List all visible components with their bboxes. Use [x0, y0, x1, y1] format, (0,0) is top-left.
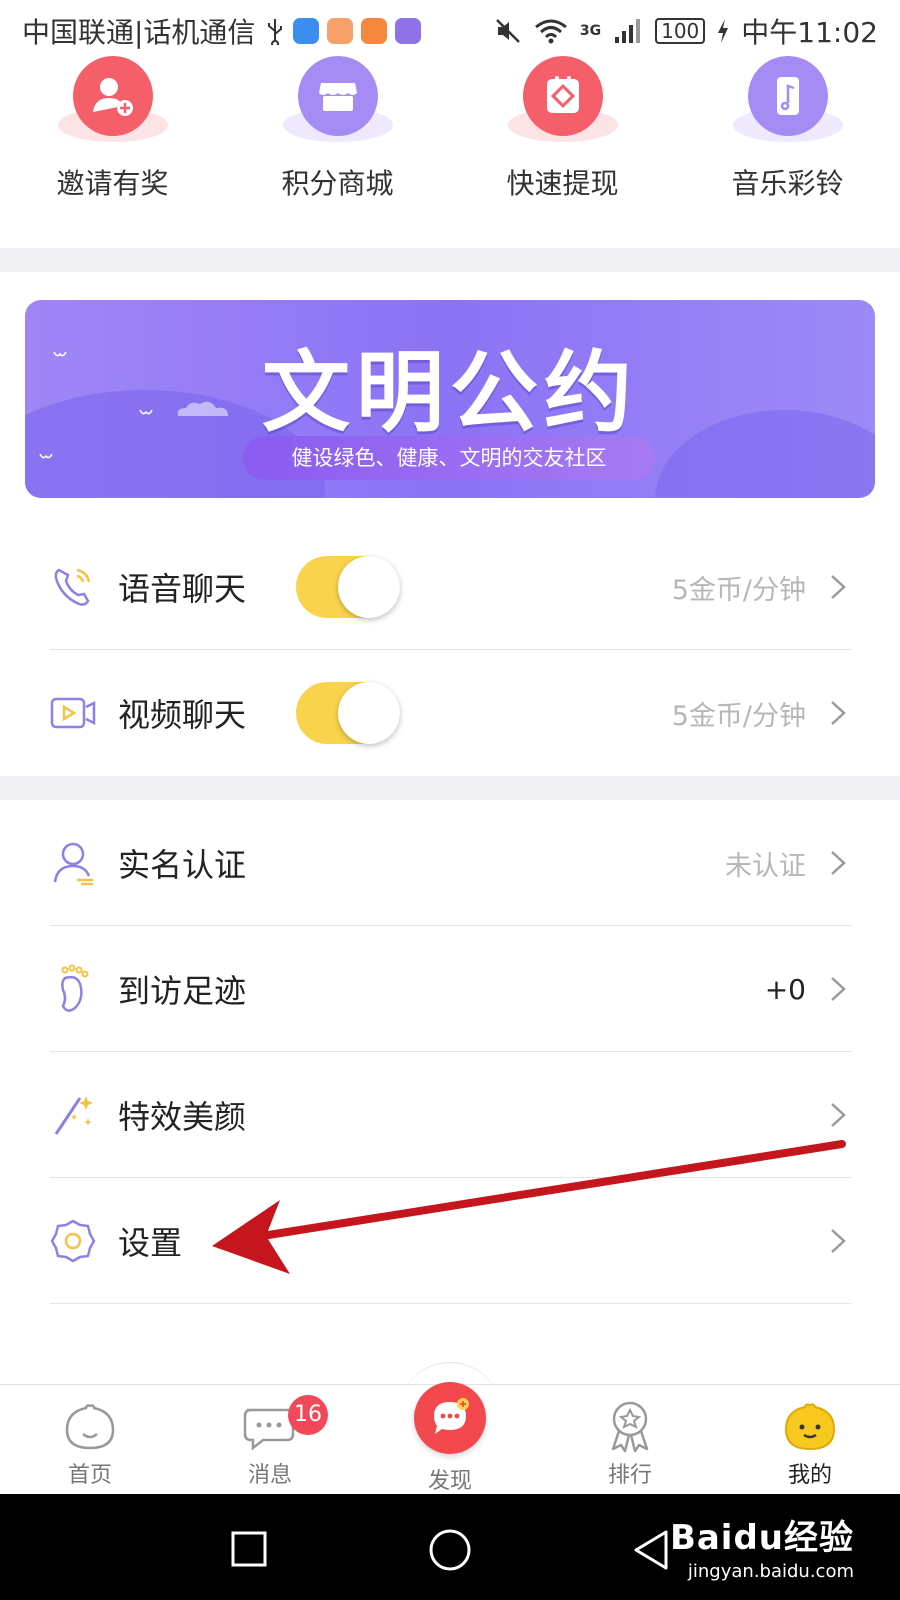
shield-app-icon	[293, 18, 320, 44]
battery-level: 100	[655, 18, 706, 44]
back-icon[interactable]	[630, 1528, 670, 1572]
chevron-right-icon	[831, 977, 846, 1001]
tab-label: 排行	[607, 1463, 652, 1488]
voice-chat-price: 5金币/分钟	[671, 574, 806, 606]
profile-face-icon	[781, 1399, 839, 1455]
row-label: 到访足迹	[118, 972, 247, 1010]
phone-call-icon	[50, 564, 96, 610]
quick-actions: 邀请有奖 积分商城 快速提现 音乐彩铃	[0, 56, 900, 244]
tab-label: 消息	[247, 1463, 292, 1488]
withdraw-icon	[522, 56, 603, 136]
home-icon[interactable]	[428, 1528, 472, 1572]
wifi-icon	[534, 19, 567, 44]
section-divider	[0, 776, 900, 800]
banner-subtitle: 健设绿色、健康、文明的交友社区	[243, 436, 655, 480]
status-right: 3G 100 中午11:02	[494, 11, 878, 51]
video-app-icon	[361, 18, 388, 44]
watermark-main: Baidu经验	[669, 1518, 854, 1558]
quick-action-store[interactable]: 积分商城	[225, 56, 450, 244]
bird-icon	[39, 453, 53, 459]
charging-icon	[718, 19, 729, 43]
quick-action-invite[interactable]: 邀请有奖	[0, 56, 225, 244]
mute-icon	[495, 19, 520, 43]
chevron-right-icon	[831, 701, 846, 725]
chevron-right-icon	[831, 851, 846, 875]
ranking-ribbon-icon	[601, 1399, 659, 1455]
quick-action-label: 音乐彩铃	[731, 167, 844, 200]
menu-item-real-name[interactable]: 实名认证 未认证	[50, 800, 852, 926]
voice-chat-toggle[interactable]	[296, 556, 401, 618]
quick-action-withdraw[interactable]: 快速提现	[450, 56, 675, 244]
menu-item-visitors[interactable]: 到访足迹 +0	[50, 926, 852, 1052]
video-chat-toggle[interactable]	[296, 682, 401, 744]
gear-icon	[50, 1218, 96, 1264]
section-divider	[0, 248, 900, 272]
row-label: 设置	[118, 1224, 183, 1262]
quick-action-label: 邀请有奖	[56, 167, 169, 200]
tab-profile[interactable]: 我的	[720, 1385, 900, 1495]
footprint-icon	[50, 964, 96, 1012]
row-label: 特效美颜	[118, 1098, 247, 1136]
network-type: 3G	[579, 23, 602, 39]
user-verify-icon	[50, 840, 96, 886]
invite-user-icon	[72, 56, 153, 136]
tab-label: 发现	[427, 1469, 472, 1494]
chat-app-icon	[327, 18, 354, 44]
clock: 中午11:02	[741, 16, 878, 49]
chevron-right-icon	[831, 1229, 846, 1253]
verification-status: 未认证	[725, 850, 806, 882]
tab-label: 首页	[67, 1463, 112, 1488]
banner-title: 文明公约	[261, 341, 638, 444]
discover-chat-icon[interactable]	[414, 1382, 486, 1454]
chevron-right-icon	[831, 575, 846, 599]
carrier-name: 中国联通|话机通信	[22, 16, 256, 49]
tab-messages[interactable]: 16 消息	[180, 1385, 360, 1495]
video-call-icon	[50, 690, 96, 736]
baidu-watermark: Baidu经验 jingyan.baidu.com	[670, 1510, 854, 1582]
usb-icon	[268, 19, 283, 45]
tab-home[interactable]: 首页	[0, 1385, 180, 1495]
browser-app-icon	[395, 18, 422, 44]
voice-chat-row[interactable]: 语音聊天 5金币/分钟	[50, 524, 852, 650]
video-chat-row[interactable]: 视频聊天 5金币/分钟	[50, 650, 850, 776]
watermark-url: jingyan.baidu.com	[687, 1561, 854, 1582]
row-label: 实名认证	[118, 846, 247, 884]
music-phone-icon	[747, 56, 828, 136]
chevron-right-icon	[831, 1103, 846, 1127]
store-icon	[297, 56, 378, 136]
civility-banner[interactable]: 文明公约 健设绿色、健康、文明的交友社区	[25, 300, 875, 498]
menu-item-beauty-effects[interactable]: 特效美颜	[50, 1052, 852, 1178]
quick-action-label: 积分商城	[281, 167, 394, 200]
video-chat-price: 5金币/分钟	[671, 700, 806, 732]
signal-icon	[615, 19, 641, 43]
tab-ranking[interactable]: 排行	[540, 1385, 720, 1495]
status-notification-icons	[265, 17, 422, 45]
row-label: 语音聊天	[118, 570, 247, 608]
unread-badge: 16	[288, 1395, 328, 1435]
status-bar: 中国联通|话机通信 3G 100 中午11:02	[0, 0, 900, 62]
visitor-count: +0	[764, 972, 806, 1006]
row-label: 视频聊天	[118, 696, 247, 734]
magic-wand-icon	[50, 1092, 96, 1138]
quick-action-label: 快速提现	[506, 167, 619, 200]
quick-action-ringtone[interactable]: 音乐彩铃	[675, 56, 900, 244]
home-face-icon	[61, 1399, 119, 1455]
tab-label: 我的	[787, 1463, 832, 1488]
menu-item-settings[interactable]: 设置	[50, 1178, 852, 1304]
recent-apps-icon[interactable]	[230, 1530, 268, 1568]
